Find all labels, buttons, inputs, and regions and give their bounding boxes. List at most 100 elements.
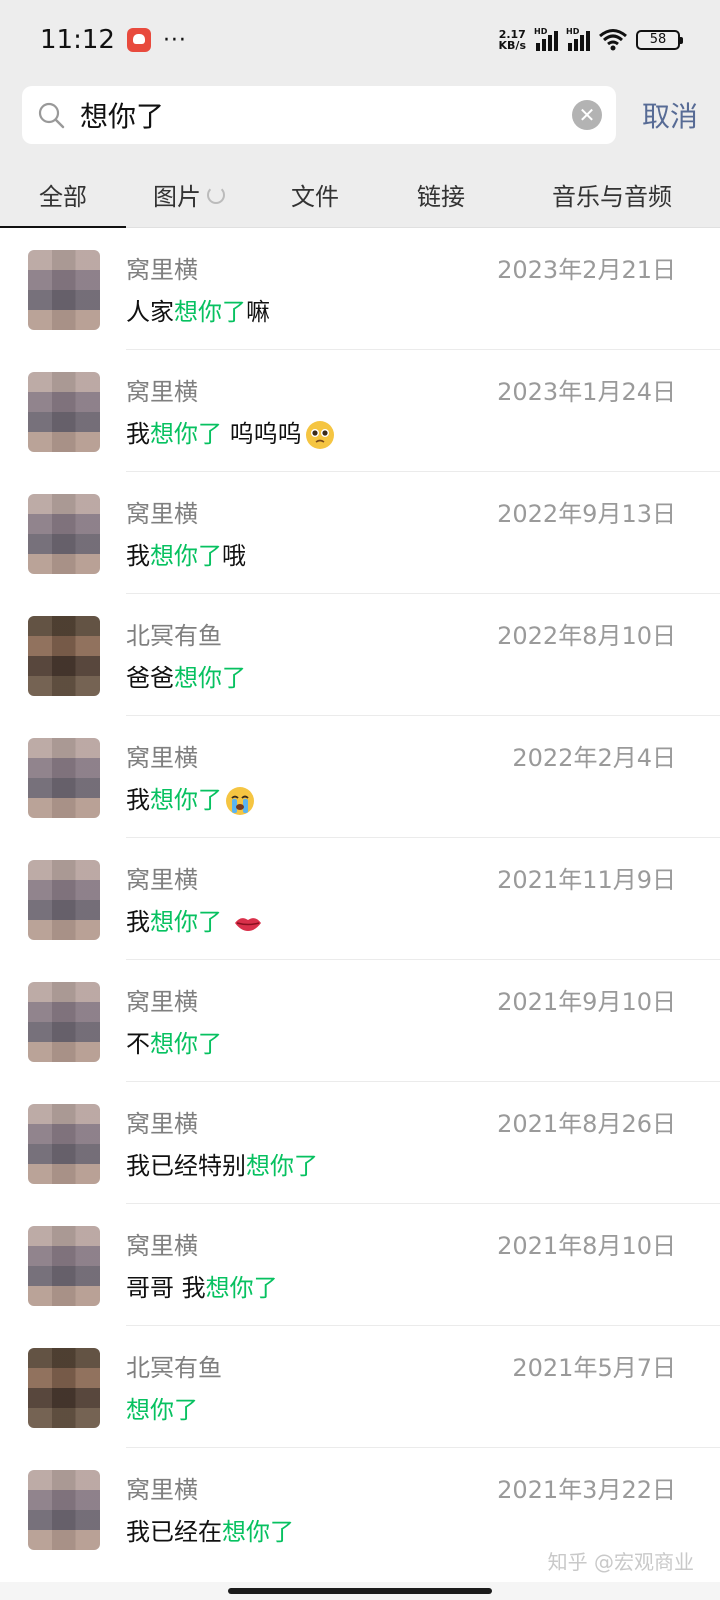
message-text: 我已经特别: [126, 1152, 246, 1180]
message-text-end: 呜呜呜: [222, 420, 302, 448]
highlight-text: 想你了: [150, 420, 222, 448]
result-item[interactable]: 窝里横 2021年8月26日 我已经特别想你了: [0, 1082, 720, 1204]
message-text: 我: [126, 908, 150, 936]
message-preview: 我想你了 呜呜呜: [126, 414, 336, 451]
sender-name: 窝里横: [126, 1110, 198, 1138]
battery-icon: 58: [636, 30, 683, 50]
highlight-text: 想你了: [222, 1518, 294, 1546]
highlight-text: 想你了: [150, 542, 222, 570]
clear-icon[interactable]: ✕: [572, 100, 602, 130]
tab-links-label: 链接: [417, 183, 465, 211]
message-text-end: [222, 908, 230, 936]
cancel-button[interactable]: 取消: [632, 89, 698, 141]
tab-links[interactable]: 链接: [378, 162, 504, 228]
highlight-text: 想你了: [205, 1274, 278, 1302]
sender-name: 窝里横: [126, 378, 198, 406]
status-bar: 11:12 ··· 2.17 KB/s HD HD 58: [0, 0, 720, 80]
highlight-text: 想你了: [246, 1152, 318, 1180]
result-item[interactable]: 窝里横 2021年9月10日 不想你了: [0, 960, 720, 1082]
search-results-list: 窝里横 2023年2月21日 人家想你了嘛 窝里横 2023年1月24日 我想你…: [0, 228, 720, 1582]
network-speed: 2.17 KB/s: [499, 29, 526, 51]
message-preview: 我想你了哦: [126, 536, 246, 571]
search-icon: [38, 102, 65, 129]
notification-app-icon: [126, 28, 151, 52]
avatar: [28, 860, 100, 940]
watermark: 知乎 @宏观商业: [547, 1550, 694, 1574]
crying-face-icon: [226, 787, 254, 815]
result-item[interactable]: 北冥有鱼 2021年5月7日 想你了: [0, 1326, 720, 1448]
sender-name: 北冥有鱼: [126, 622, 222, 650]
result-item[interactable]: 窝里横 2022年9月13日 我想你了哦: [0, 472, 720, 594]
result-item[interactable]: 窝里横 2021年11月9日 我想你了: [0, 838, 720, 960]
message-date: 2023年1月24日: [497, 378, 676, 406]
result-item[interactable]: 窝里横 2023年1月24日 我想你了 呜呜呜: [0, 350, 720, 472]
message-text: 我: [126, 420, 150, 448]
message-date: 2021年9月10日: [497, 988, 676, 1016]
hd-label-2: HD: [566, 27, 580, 36]
message-preview: 人家想你了嘛: [126, 292, 270, 327]
highlight-text: 想你了: [126, 1396, 198, 1424]
signal-icon-2: HD: [566, 27, 590, 51]
search-input[interactable]: [80, 98, 572, 132]
sender-name: 北冥有鱼: [126, 1354, 222, 1382]
tab-images-label: 图片: [153, 183, 201, 211]
message-date: 2021年11月9日: [497, 866, 676, 894]
message-text: 爸爸: [126, 664, 174, 692]
sender-name: 窝里横: [126, 744, 198, 772]
sender-name: 窝里横: [126, 256, 198, 284]
search-row: ✕ 取消: [0, 86, 720, 144]
avatar: [28, 494, 100, 574]
tab-music-audio-label: 音乐与音频: [552, 183, 672, 211]
avatar: [28, 372, 100, 452]
message-text: 不: [126, 1030, 150, 1058]
message-date: 2021年8月10日: [497, 1232, 676, 1260]
message-preview: 爸爸想你了: [126, 658, 246, 693]
home-indicator[interactable]: [228, 1588, 492, 1594]
result-item[interactable]: 北冥有鱼 2022年8月10日 爸爸想你了: [0, 594, 720, 716]
tab-music-audio[interactable]: 音乐与音频: [504, 162, 720, 228]
highlight-text: 想你了: [174, 298, 246, 326]
message-date: 2021年5月7日: [512, 1354, 676, 1382]
avatar: [28, 1104, 100, 1184]
highlight-text: 想你了: [150, 1030, 222, 1058]
message-date: 2022年8月10日: [497, 622, 676, 650]
status-time: 11:12: [40, 25, 115, 55]
message-date: 2021年3月22日: [497, 1476, 676, 1504]
avatar: [28, 1348, 100, 1428]
sender-name: 窝里横: [126, 500, 198, 528]
sender-name: 窝里横: [126, 1232, 198, 1260]
message-preview: 我想你了: [126, 902, 264, 939]
sender-name: 窝里横: [126, 1476, 198, 1504]
tab-images[interactable]: 图片: [126, 162, 252, 228]
avatar: [28, 1470, 100, 1550]
tab-files[interactable]: 文件: [252, 162, 378, 228]
sender-name: 窝里横: [126, 988, 198, 1016]
hd-label: HD: [534, 27, 548, 36]
message-text: 哥哥 我: [126, 1274, 206, 1302]
message-text: 我: [126, 786, 150, 814]
avatar: [28, 250, 100, 330]
message-text-end: 嘛: [246, 298, 270, 326]
highlight-text: 想你了: [174, 664, 246, 692]
highlight-text: 想你了: [150, 908, 222, 936]
result-item[interactable]: 窝里横 2021年8月10日 哥哥 我想你了: [0, 1204, 720, 1326]
message-preview: 想你了: [126, 1390, 198, 1425]
message-date: 2022年9月13日: [497, 500, 676, 528]
message-preview: 哥哥 我想你了: [126, 1268, 278, 1303]
kiss-lips-icon: [234, 918, 261, 931]
message-text-end: 哦: [222, 542, 246, 570]
result-item[interactable]: 窝里横 2022年2月4日 我想你了: [0, 716, 720, 838]
message-text: 我: [126, 542, 150, 570]
filter-tabs: 全部 图片 文件 链接 音乐与音频: [0, 162, 720, 229]
network-speed-unit: KB/s: [498, 39, 526, 52]
search-box[interactable]: ✕: [22, 86, 616, 144]
status-indicators: 2.17 KB/s HD HD 58: [499, 27, 683, 52]
tab-all[interactable]: 全部: [0, 162, 126, 229]
signal-icon: HD: [534, 27, 558, 51]
sender-name: 窝里横: [126, 866, 198, 894]
avatar: [28, 738, 100, 818]
tab-all-label: 全部: [39, 183, 87, 211]
message-date: 2022年2月4日: [512, 744, 676, 772]
message-preview: 不想你了: [126, 1024, 222, 1059]
result-item[interactable]: 窝里横 2023年2月21日 人家想你了嘛: [0, 228, 720, 350]
